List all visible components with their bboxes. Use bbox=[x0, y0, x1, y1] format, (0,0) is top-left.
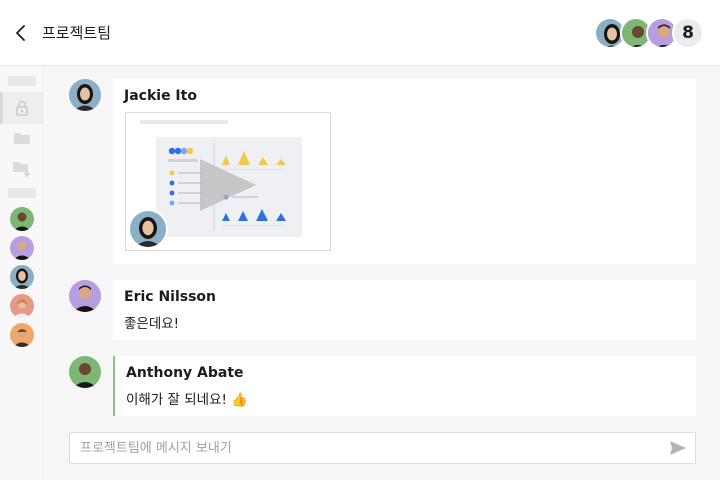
avatar[interactable] bbox=[69, 79, 101, 111]
message-pane: Jackie Ito Eric Nilsson 좋은데요! Anthony Ab… bbox=[45, 66, 720, 480]
avatar[interactable] bbox=[10, 323, 34, 347]
message-card: Eric Nilsson 좋은데요! bbox=[113, 280, 696, 340]
message-author[interactable]: Eric Nilsson bbox=[124, 289, 216, 305]
message-author[interactable]: Anthony Abate bbox=[126, 365, 244, 381]
sidebar-rail bbox=[0, 66, 44, 480]
avatar[interactable] bbox=[69, 280, 101, 312]
avatar[interactable] bbox=[10, 236, 34, 260]
message-card: Jackie Ito bbox=[113, 79, 696, 264]
channel-title[interactable]: 프로젝트팀 bbox=[42, 22, 111, 43]
folder-icon[interactable] bbox=[12, 128, 32, 148]
member-avatars[interactable]: 8 bbox=[594, 17, 704, 49]
message-composer bbox=[69, 432, 696, 464]
avatar[interactable] bbox=[10, 207, 34, 231]
rail-placeholder bbox=[8, 76, 36, 86]
member-count-badge[interactable]: 8 bbox=[672, 17, 704, 49]
back-arrow-icon[interactable] bbox=[12, 22, 32, 44]
avatar[interactable] bbox=[69, 356, 101, 388]
folder-add-icon[interactable] bbox=[12, 158, 32, 178]
channel-header: 프로젝트팀 8 bbox=[0, 0, 720, 66]
send-icon[interactable] bbox=[669, 440, 687, 456]
message-text: 좋은데요! bbox=[124, 316, 180, 332]
message-text: 이해가 잘 되네요! 👍 bbox=[126, 392, 249, 408]
play-icon[interactable] bbox=[196, 157, 260, 217]
avatar[interactable] bbox=[10, 294, 34, 318]
message-card-highlighted: Anthony Abate 이해가 잘 되네요! 👍 bbox=[113, 356, 696, 416]
message-input[interactable] bbox=[70, 433, 660, 463]
video-attachment[interactable] bbox=[125, 112, 331, 251]
presenter-avatar bbox=[128, 209, 168, 249]
message-author[interactable]: Jackie Ito bbox=[124, 88, 197, 104]
lock-icon[interactable] bbox=[12, 98, 32, 118]
rail-placeholder bbox=[8, 188, 36, 198]
avatar[interactable] bbox=[10, 265, 34, 289]
